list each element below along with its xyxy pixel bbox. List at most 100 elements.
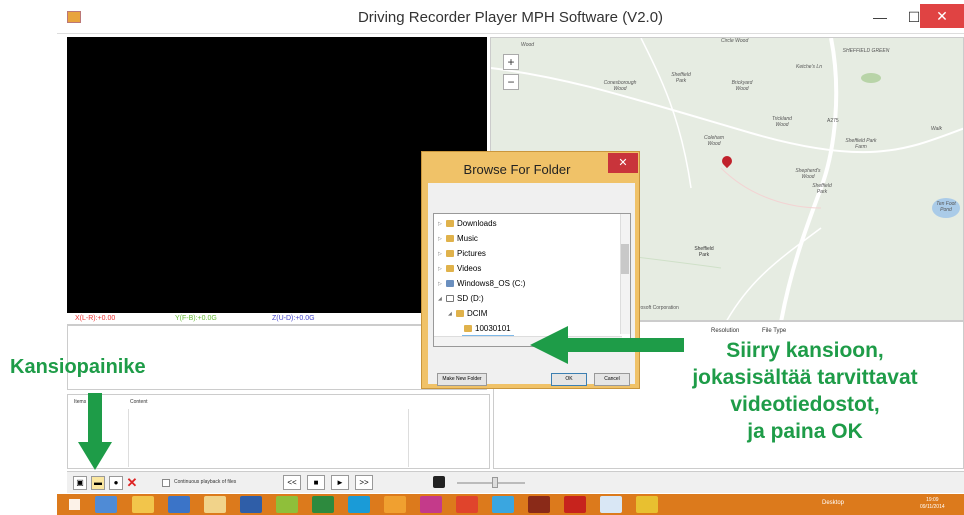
taskbar-app-icon[interactable]	[95, 496, 117, 513]
folder-icon	[456, 310, 464, 317]
scrollbar-thumb[interactable]	[621, 244, 629, 274]
map-label: Coleham Wood	[703, 135, 724, 147]
record-icon[interactable]: ●	[109, 476, 123, 490]
browse-folder-dialog: Browse For Folder ✕ ▷ Downloads ▷ Music ▷ P…	[421, 151, 640, 389]
screen: Driving Recorder Player MPH Software (V2…	[0, 0, 964, 515]
drive-icon	[446, 280, 454, 287]
annotation-line: Siirry kansioon,	[726, 339, 884, 362]
play-button[interactable]: ►	[331, 475, 349, 490]
map-label: Ketche's Ln	[796, 64, 822, 70]
map-road-label: A275	[827, 118, 839, 124]
volume-slider-handle[interactable]	[492, 477, 498, 488]
tree-item-label: 10030101	[475, 324, 511, 333]
divider	[408, 409, 409, 467]
map-label: Walk	[931, 126, 943, 132]
taskbar-app-icon[interactable]	[384, 496, 406, 513]
desktop-label[interactable]: Desktop	[822, 500, 844, 506]
divider	[128, 409, 129, 467]
start-icon[interactable]	[69, 499, 80, 510]
taskbar-app-icon[interactable]	[204, 496, 226, 513]
tree-item-music[interactable]: ▷ Music	[438, 231, 478, 246]
tree-item-dcim[interactable]: ◢ DCIM	[448, 306, 487, 321]
stop-button[interactable]: ■	[307, 475, 325, 490]
gsensor-x: X(L-R):+0.00	[75, 315, 116, 322]
map-label: Wood	[521, 42, 535, 48]
tree-item-label: DCIM	[467, 309, 488, 318]
control-bar: ▣ ▬ ● ✕ Continuous playback of files << …	[67, 471, 964, 493]
column-header-resolution[interactable]: Resolution	[711, 328, 739, 334]
gsensor-y: Y(F-B):+0.0G	[175, 315, 217, 322]
continuous-playback-checkbox[interactable]	[162, 479, 170, 487]
close-button[interactable]: ✕	[920, 4, 964, 28]
sd-card-icon	[446, 295, 454, 302]
taskbar-app-icon[interactable]	[492, 496, 514, 513]
cancel-button[interactable]: Cancel	[594, 373, 630, 386]
tree-item-pictures[interactable]: ▷ Pictures	[438, 246, 486, 261]
taskbar-app-icon[interactable]	[312, 496, 334, 513]
dialog-title: Browse For Folder	[463, 162, 571, 177]
tree-item-windows8-os[interactable]: ▷ Windows8_OS (C:)	[438, 276, 525, 291]
taskbar-app-icon[interactable]	[276, 496, 298, 513]
annotation-line: videotiedostot,	[730, 393, 880, 416]
tree-item-label: Music	[457, 234, 478, 243]
make-new-folder-button[interactable]: Make New Folder	[437, 373, 487, 386]
tree-item-label: Downloads	[457, 219, 497, 228]
map-label: Sheffield Park	[694, 246, 714, 258]
minimize-button[interactable]: —	[863, 6, 897, 28]
window-title: Driving Recorder Player MPH Software (V2…	[357, 9, 664, 26]
map-label: Trickland Wood	[772, 116, 792, 128]
map-label: Sheffield Park	[812, 183, 832, 195]
map-label: SHEFFIELD GREEN	[842, 48, 890, 54]
taskbar-app-icon[interactable]	[132, 496, 154, 513]
volume-icon[interactable]	[433, 476, 445, 488]
map-label: Shepherd's Wood	[795, 168, 821, 180]
taskbar: Desktop 19:09 09/11/2014	[57, 494, 964, 515]
clock-date: 09/11/2014	[920, 504, 945, 510]
taskbar-app-icon[interactable]	[456, 496, 478, 513]
annotation-folder-button: Kansiopainike	[10, 356, 146, 378]
tree-item-label: Windows8_OS (C:)	[457, 279, 526, 288]
dialog-body: ▷ Downloads ▷ Music ▷ Pictures ▷ Videos ▷ Win…	[428, 183, 635, 386]
taskbar-app-icon[interactable]	[636, 496, 658, 513]
map-label: Brickyard Wood	[731, 80, 753, 92]
map-label: Sheffield Park	[671, 72, 691, 84]
title-bar: Driving Recorder Player MPH Software (V2…	[57, 0, 964, 34]
tree-item-sd[interactable]: ◢ SD (D:)	[438, 291, 484, 306]
tree-vertical-scrollbar[interactable]	[620, 214, 630, 334]
column-header-filetype[interactable]: File Type	[762, 328, 786, 334]
taskbar-app-icon[interactable]	[168, 496, 190, 513]
dialog-close-button[interactable]: ✕	[608, 153, 638, 173]
map-zoom-in-button[interactable]: +	[503, 54, 519, 70]
taskbar-app-icon[interactable]	[348, 496, 370, 513]
file-icon[interactable]: ▣	[73, 476, 87, 490]
tree-item-label: Videos	[457, 264, 482, 273]
taskbar-app-icon[interactable]	[528, 496, 550, 513]
delete-icon[interactable]: ✕	[125, 476, 139, 490]
forward-button[interactable]: >>	[355, 475, 373, 490]
rewind-button[interactable]: <<	[283, 475, 301, 490]
clock[interactable]: 19:09 09/11/2014	[920, 497, 945, 511]
annotation-line: jokasisältää tarvittavat	[692, 366, 918, 389]
map-label: Conesborough Wood	[603, 80, 637, 92]
tree-horizontal-scrollbar[interactable]	[434, 336, 622, 346]
taskbar-app-icon[interactable]	[420, 496, 442, 513]
map-label: Sheffield Park Farm	[845, 138, 877, 150]
folder-tree[interactable]: ▷ Downloads ▷ Music ▷ Pictures ▷ Videos ▷ Win…	[433, 213, 631, 347]
column-header-items: Items	[74, 399, 87, 405]
taskbar-app-icon[interactable]	[564, 496, 586, 513]
taskbar-app-icon[interactable]	[240, 496, 262, 513]
tree-item-10030101[interactable]: 10030101	[464, 321, 511, 336]
tree-item-downloads[interactable]: ▷ Downloads	[438, 216, 497, 231]
tree-item-videos[interactable]: ▷ Videos	[438, 261, 481, 276]
volume-slider[interactable]	[457, 482, 525, 484]
folder-icon	[464, 325, 472, 332]
map-label: Circle Wood	[721, 38, 749, 44]
ok-button[interactable]: OK	[551, 373, 587, 386]
folder-icon	[446, 220, 454, 227]
taskbar-app-icon[interactable]	[600, 496, 622, 513]
folder-icon[interactable]: ▬	[91, 476, 105, 490]
clock-time: 19:09	[926, 497, 939, 503]
annotation-instructions: Siirry kansioon, jokasisältää tarvittava…	[640, 337, 964, 445]
info-table: Items Content	[67, 394, 490, 469]
map-zoom-out-button[interactable]: −	[503, 74, 519, 90]
